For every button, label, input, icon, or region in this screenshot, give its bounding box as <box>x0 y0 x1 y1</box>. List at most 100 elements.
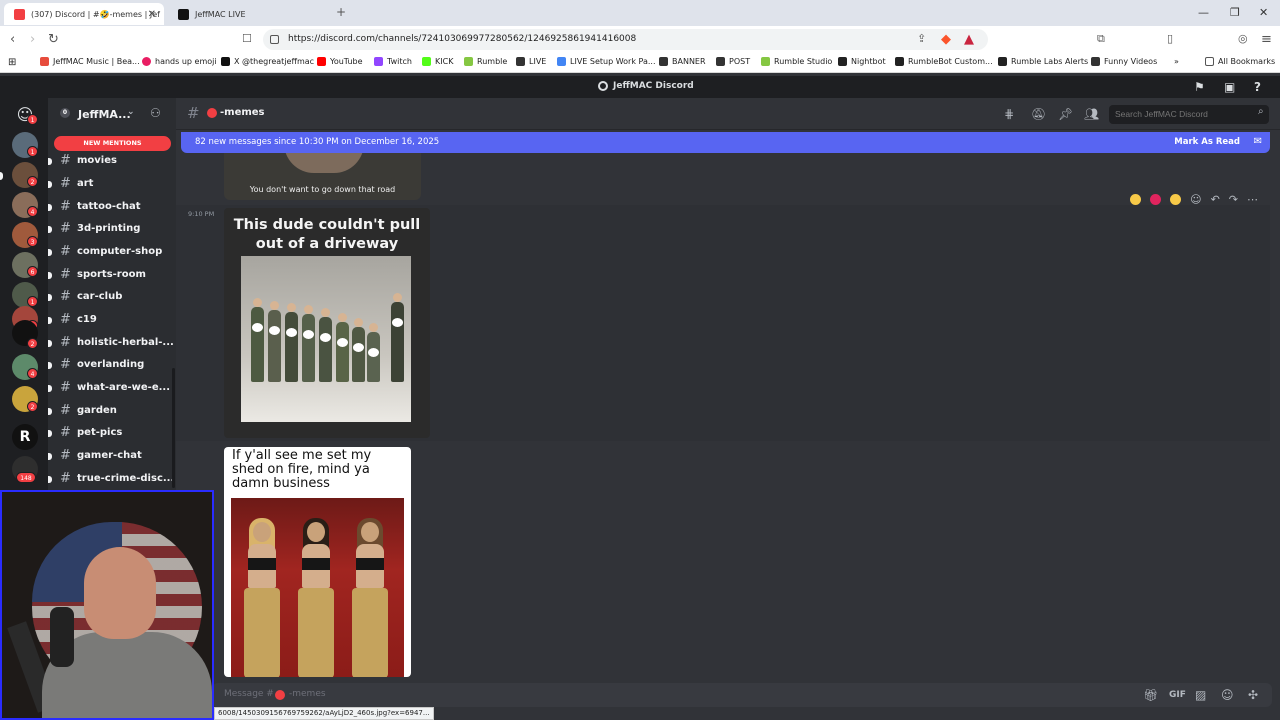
bookmark-item[interactable]: LIVE Setup Work Pa... <box>557 57 656 66</box>
sports-top <box>248 558 276 570</box>
bookmark-item[interactable]: Rumble Studio <box>761 57 832 66</box>
channel-item[interactable]: # gamer-chat <box>48 445 176 467</box>
invite-icon[interactable]: ⚇ <box>150 106 161 120</box>
site-info-icon[interactable] <box>270 35 279 44</box>
gift-icon[interactable]: 🎁︎ <box>1143 688 1158 702</box>
server-header[interactable]: 0 JeffMA... ⌄ ⚇ <box>48 98 176 130</box>
joy-reaction-icon[interactable] <box>1170 193 1182 205</box>
unread-indicator <box>48 408 52 415</box>
hash-icon: # <box>60 199 71 214</box>
bookmark-item[interactable]: Funny Videos <box>1091 57 1157 66</box>
bookmark-label: Nightbot <box>851 57 886 66</box>
channel-item[interactable]: # c19 <box>48 309 176 331</box>
new-messages-bar[interactable]: 82 new messages since 10:30 PM on Decemb… <box>181 132 1270 153</box>
tab-title: (307) Discord | #🤣-memes | Jef <box>31 9 160 19</box>
previous-gif-attachment[interactable]: You don't want to go down that road <box>224 153 421 200</box>
bookmark-item[interactable]: YouTube <box>317 57 363 66</box>
url-field[interactable]: https://discord.com/channels/72410306997… <box>263 29 988 50</box>
bookmark-favicon-icon <box>374 57 383 66</box>
more-bookmarks-icon[interactable]: » <box>1174 57 1179 66</box>
unread-indicator <box>48 340 52 347</box>
channel-label: garden <box>77 405 117 416</box>
channel-item[interactable]: # movies <box>48 150 176 172</box>
meme-image-driveway[interactable]: This dude couldn't pull out of a drivewa… <box>224 208 430 438</box>
add-reaction-icon[interactable]: ☺ <box>1190 193 1201 206</box>
channel-item[interactable]: # holistic-herbal-... <box>48 332 176 354</box>
server-badge: 1 <box>27 296 38 307</box>
bookmark-item[interactable]: X @thegreatjeffmac <box>221 57 314 66</box>
extensions-icon[interactable]: ⧉ <box>1097 32 1105 46</box>
hundred-reaction-icon[interactable] <box>1150 193 1162 205</box>
share-icon[interactable]: ⇪ <box>917 32 926 45</box>
inbox-icon[interactable]: ▣ <box>1224 80 1235 94</box>
channel-item[interactable]: # sports-room <box>48 264 176 286</box>
tab-discord[interactable]: (307) Discord | #🤣-memes | Jef ✕ <box>4 3 164 25</box>
bookmark-item[interactable]: BANNER <box>659 57 706 66</box>
reload-icon[interactable]: ↻ <box>48 32 59 47</box>
channel-scrollbar[interactable] <box>172 368 175 488</box>
wallet-icon[interactable]: ◎ <box>1238 32 1248 45</box>
bookmark-item[interactable]: RumbleBot Custom... <box>895 57 993 66</box>
message-input[interactable] <box>212 683 1272 707</box>
channel-item[interactable]: # what-are-we-e... <box>48 377 176 399</box>
meme-image-shed[interactable]: If y'all see me set my shed on fire, min… <box>224 447 411 677</box>
forward-icon[interactable]: ↷ <box>1229 193 1238 206</box>
bookmark-item[interactable]: POST <box>716 57 750 66</box>
gif-icon[interactable]: GIF <box>1169 690 1186 700</box>
minimize-icon[interactable]: — <box>1198 6 1209 19</box>
close-window-icon[interactable]: ✕ <box>1259 6 1268 19</box>
bookmark-favicon-icon <box>40 57 49 66</box>
person-figure <box>336 313 349 382</box>
reply-icon[interactable]: ↶ <box>1211 193 1220 206</box>
channel-item[interactable]: # pet-pics <box>48 422 176 444</box>
bookmark-item[interactable]: LIVE <box>516 57 546 66</box>
tab-jeffmac-live[interactable]: JeffMAC LIVE <box>168 3 328 25</box>
restore-icon[interactable]: ❐ <box>1230 6 1240 19</box>
search-input[interactable] <box>1109 105 1269 124</box>
threads-icon[interactable]: ⋕ <box>1004 107 1014 121</box>
bookmark-item[interactable]: Nightbot <box>838 57 886 66</box>
member-list-icon[interactable]: 👥︎ <box>1084 107 1099 121</box>
brave-rewards-icon[interactable]: ▲ <box>964 32 974 47</box>
sticker-icon[interactable]: ▨ <box>1195 688 1206 702</box>
sidebar-icon[interactable]: ▯ <box>1167 32 1173 45</box>
new-tab-icon[interactable]: + <box>336 5 346 19</box>
apps-icon[interactable]: ⊞ <box>8 57 16 68</box>
help-icon[interactable]: ? <box>1254 80 1261 94</box>
pin-icon[interactable]: 📌︎ <box>1058 107 1073 121</box>
channel-item[interactable]: # art <box>48 173 176 195</box>
bookmark-item[interactable]: hands up emoji <box>142 57 217 66</box>
apps-icon[interactable]: ✣ <box>1248 688 1258 702</box>
menu-icon[interactable]: ≡ <box>1261 32 1272 47</box>
channel-item[interactable]: # car-club <box>48 286 176 308</box>
head <box>270 301 279 310</box>
bookmark-favicon-icon <box>659 57 668 66</box>
channel-item[interactable]: # overlanding <box>48 354 176 376</box>
emoji-picker-icon[interactable]: ☺ <box>1221 688 1234 702</box>
brave-shield-icon[interactable]: ◆ <box>941 32 951 47</box>
chevron-down-icon[interactable]: ⌄ <box>127 107 135 117</box>
bookmark-item[interactable]: Rumble <box>464 57 507 66</box>
person-figure <box>251 298 264 382</box>
back-icon[interactable]: ‹ <box>10 32 15 47</box>
bookmark-item[interactable]: Rumble Labs Alerts <box>998 57 1088 66</box>
mute-bell-icon[interactable]: 🔕︎ <box>1031 107 1046 121</box>
close-tab-icon[interactable]: ✕ <box>148 9 156 20</box>
more-icon[interactable]: ⋯ <box>1247 193 1258 206</box>
bookmark-item[interactable]: Twitch <box>374 57 412 66</box>
channel-item[interactable]: # tattoo-chat <box>48 196 176 218</box>
channel-item[interactable]: #3d-printing <box>48 218 176 240</box>
mark-as-read-button[interactable]: Mark As Read <box>1174 137 1240 147</box>
new-mentions-pill[interactable]: NEW MENTIONS <box>54 136 171 151</box>
channel-item[interactable]: # garden <box>48 400 176 422</box>
rumble-server-icon[interactable]: R <box>12 424 38 450</box>
bookmark-item[interactable]: KICK <box>422 57 453 66</box>
flag-icon[interactable]: ⚑ <box>1194 80 1205 94</box>
forward-icon[interactable]: › <box>30 32 35 47</box>
all-bookmarks[interactable]: All Bookmarks <box>1205 57 1275 66</box>
rofl-reaction-icon[interactable] <box>1130 193 1142 205</box>
bookmark-item[interactable]: JeffMAC Music | Bea... <box>40 57 140 66</box>
bookmark-icon[interactable]: ☐ <box>242 32 252 45</box>
channel-item[interactable]: # true-crime-disc... <box>48 468 176 490</box>
channel-item[interactable]: # computer-shop <box>48 241 176 263</box>
